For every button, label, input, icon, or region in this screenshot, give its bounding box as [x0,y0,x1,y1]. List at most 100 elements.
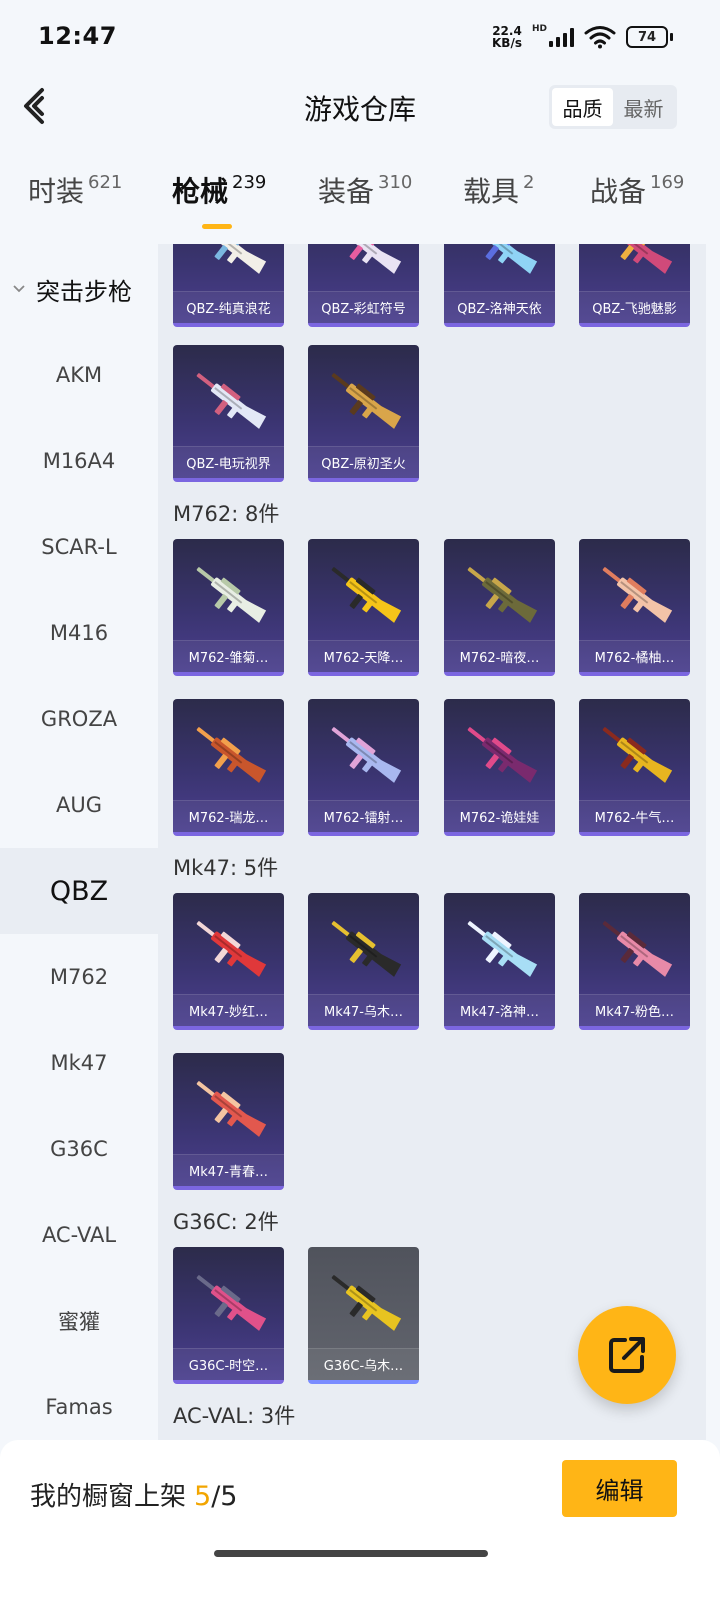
tab-supplies[interactable]: 战备 169 [590,170,684,230]
tab-label: 载具 [463,175,520,208]
skin-card[interactable]: QBZ-彩虹符号 [308,244,419,327]
skin-label: QBZ-飞驰魅影 [579,291,690,323]
sidebar-item-m762[interactable]: M762 [0,934,158,1020]
edit-button[interactable]: 编辑 [562,1460,677,1517]
skin-card[interactable]: QBZ-纯真浪花 [173,244,284,327]
chevron-left-icon [24,88,44,124]
skin-label: M762-橘柚… [579,640,690,672]
battery-icon: 74 [626,26,673,48]
skin-label: QBZ-洛神天依 [444,291,555,323]
chevron-down-icon [13,285,25,293]
rifle-image [331,1275,402,1331]
tab-label: 枪械 [172,175,229,208]
rifle-image [196,921,267,977]
rifle-image [602,567,673,623]
skin-label: Mk47-妙红… [173,994,284,1026]
section-title-mk47: Mk47: 5件 [173,856,279,880]
sidebar-item-scar-l[interactable]: SCAR-L [0,504,158,590]
sidebar-item-m16a4[interactable]: M16A4 [0,418,158,504]
rifle-image [331,921,402,977]
home-indicator[interactable] [214,1550,488,1557]
section-title-ac-val: AC-VAL: 3件 [173,1404,296,1428]
skin-label: Mk47-洛神… [444,994,555,1026]
tab-label: 战备 [590,175,647,208]
skin-label: QBZ-纯真浪花 [173,291,284,323]
sort-quality-button[interactable]: 品质 [552,88,613,126]
tab-label: 时装 [28,175,85,208]
sidebar-item-ac-val[interactable]: AC-VAL [0,1192,158,1278]
skin-grid: QBZ-纯真浪花 QBZ-彩虹符号 QBZ-洛神天依 QBZ-飞驰魅影 QBZ-… [158,244,706,1440]
showcase-current-count: 5 [194,1481,212,1512]
sort-newest-button[interactable]: 最新 [613,88,674,126]
sidebar-item-g36c[interactable]: G36C [0,1106,158,1192]
tab-fashion[interactable]: 时装 621 [28,170,122,230]
sidebar-item-akm[interactable]: AKM [0,332,158,418]
skin-card[interactable]: M762-牛气… [579,699,690,836]
tab-guns[interactable]: 枪械 239 [172,170,266,230]
sidebar-item-mk47[interactable]: Mk47 [0,1020,158,1106]
skin-card[interactable]: Mk47-妙红… [173,893,284,1030]
weapon-sidebar: 突击步枪 AKM M16A4 SCAR-L M416 GROZA AUG QBZ… [0,244,158,1440]
tab-label: 装备 [318,175,375,208]
skin-card[interactable]: Mk47-粉色… [579,893,690,1030]
sort-toggle: 品质 最新 [549,85,677,129]
skin-card[interactable]: M762-天降… [308,539,419,676]
section-title-m762: M762: 8件 [173,502,280,526]
sidebar-group-assault-rifles[interactable]: 突击步枪 [0,244,158,334]
skin-card[interactable]: M762-雏菊… [173,539,284,676]
skin-label: M762-天降… [308,640,419,672]
skin-card[interactable]: M762-瑞龙… [173,699,284,836]
sidebar-item-qbz[interactable]: QBZ [0,848,158,934]
rifle-image [482,244,538,274]
skin-label: G36C-时空… [173,1348,284,1380]
skin-label: Mk47-青春… [173,1154,284,1186]
rifle-image [196,1081,267,1137]
sidebar-item-groza[interactable]: GROZA [0,676,158,762]
skin-label: Mk47-粉色… [579,994,690,1026]
rifle-image [346,244,402,274]
external-link-icon [609,1337,645,1373]
skin-label: QBZ-彩虹符号 [308,291,419,323]
status-time: 12:47 [38,22,117,50]
tab-count: 310 [378,172,413,193]
skin-card[interactable]: M762-镭射… [308,699,419,836]
rifle-image [331,567,402,623]
skin-label: Mk47-乌木… [308,994,419,1026]
tab-vehicles[interactable]: 载具 2 [463,170,534,230]
skin-card[interactable]: G36C-乌木… [308,1247,419,1384]
skin-label: M762-镭射… [308,800,419,832]
skin-card[interactable]: QBZ-电玩视界 [173,345,284,482]
rifle-image [617,244,673,274]
back-button[interactable] [20,84,64,128]
skin-card[interactable]: QBZ-洛神天依 [444,244,555,327]
net-speed-unit: KB/s [492,36,522,50]
tab-count: 621 [88,172,123,193]
skin-card[interactable]: QBZ-飞驰魅影 [579,244,690,327]
sidebar-item-aug[interactable]: AUG [0,762,158,848]
skin-card[interactable]: G36C-时空… [173,1247,284,1384]
rifle-image [196,567,267,623]
sidebar-item-famas[interactable]: Famas [0,1364,158,1440]
sidebar-item-m416[interactable]: M416 [0,590,158,676]
skin-card[interactable]: M762-暗夜… [444,539,555,676]
wifi-icon [584,26,616,49]
skin-card[interactable]: Mk47-洛神… [444,893,555,1030]
rifle-image [196,373,267,429]
status-bar: 12:47 22.4 KB/s HD 74 [0,0,720,72]
skin-label: G36C-乌木… [308,1348,419,1380]
rifle-image [331,727,402,783]
skin-label: M762-瑞龙… [173,800,284,832]
share-button[interactable] [578,1306,676,1404]
skin-card[interactable]: QBZ-原初圣火 [308,345,419,482]
skin-card[interactable]: Mk47-青春… [173,1053,284,1190]
tab-equipment[interactable]: 装备 310 [318,170,412,230]
rifle-image [602,727,673,783]
skin-card[interactable]: Mk47-乌木… [308,893,419,1030]
skin-label: M762-诡娃娃 [444,800,555,832]
skin-card[interactable]: M762-橘柚… [579,539,690,676]
sidebar-item-honey-badger[interactable]: 蜜獾 [0,1278,158,1364]
tab-count: 2 [523,172,535,193]
skin-card[interactable]: M762-诡娃娃 [444,699,555,836]
rifle-image [467,921,538,977]
rifle-image [196,727,267,783]
